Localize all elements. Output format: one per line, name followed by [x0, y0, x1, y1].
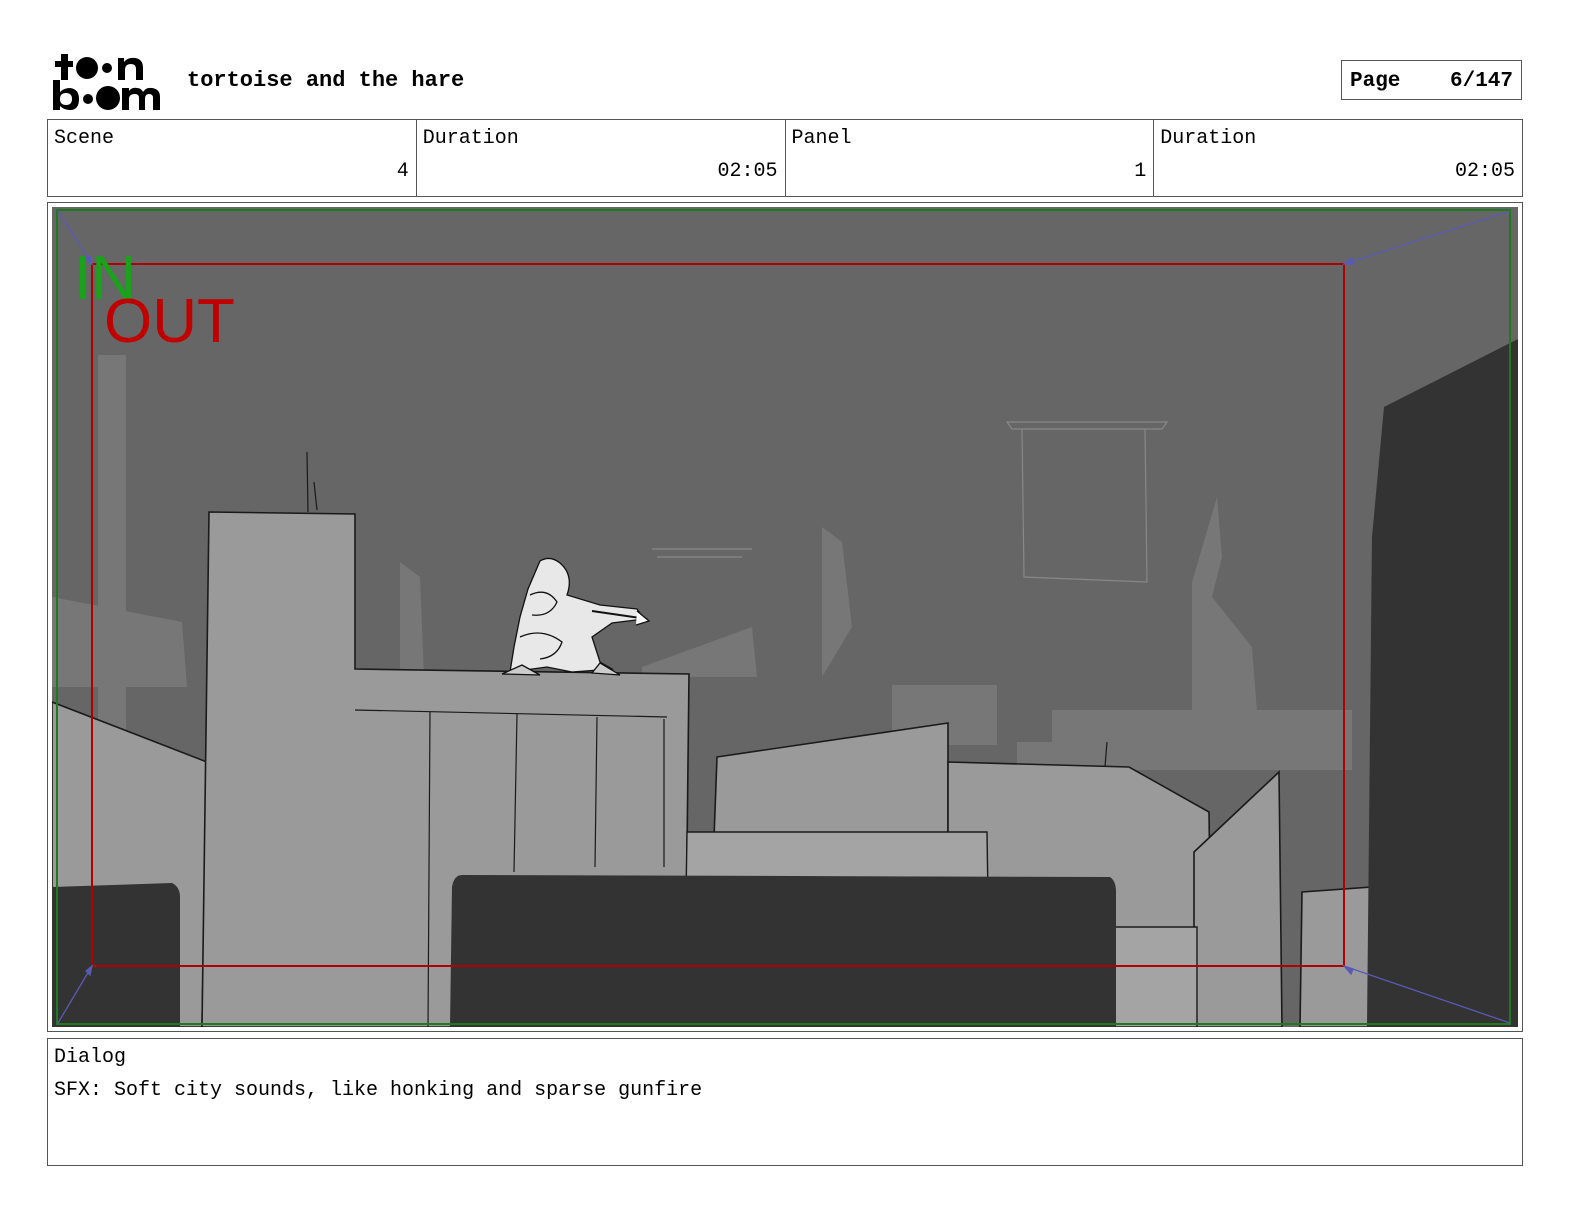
scene-label: Scene [54, 127, 115, 150]
panel-info-row: Scene 4 Duration 02:05 Panel 1 Duration … [47, 119, 1523, 197]
dialog-box: Dialog SFX: Soft city sounds, like honki… [47, 1038, 1523, 1166]
page-label: Page [1350, 70, 1401, 93]
scene-duration-value: 02:05 [717, 160, 778, 183]
panel-duration-value: 02:05 [1454, 160, 1515, 183]
scene-duration-cell: Duration 02:05 [417, 120, 786, 196]
project-title: tortoise and the hare [187, 68, 465, 93]
panel-drawing: IN OUT [52, 207, 1518, 1027]
out-label: OUT [104, 287, 235, 356]
panel-value: 1 [1134, 160, 1147, 183]
panel-duration-label: Duration [1160, 127, 1257, 150]
toon-boom-logo [52, 50, 164, 112]
panel-cell: Panel 1 [786, 120, 1155, 196]
scene-value: 4 [396, 160, 409, 183]
page-indicator: Page 6/147 [1341, 60, 1522, 100]
scene-duration-label: Duration [422, 127, 519, 150]
page-number: 6/147 [1449, 70, 1513, 93]
logo-graphic [53, 54, 160, 110]
dialog-text: SFX: Soft city sounds, like honking and … [54, 1079, 703, 1102]
panel-label: Panel [791, 127, 852, 150]
panel-duration-cell: Duration 02:05 [1154, 120, 1522, 196]
dialog-label: Dialog [54, 1046, 127, 1069]
storyboard-panel: IN OUT [47, 202, 1523, 1032]
scene-cell: Scene 4 [48, 120, 417, 196]
